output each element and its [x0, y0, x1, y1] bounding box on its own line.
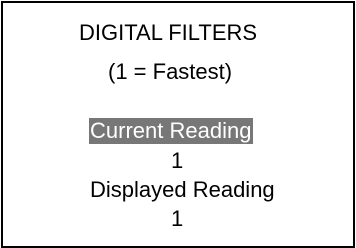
current-reading-value: 1: [171, 148, 184, 173]
displayed-reading-value: 1: [171, 206, 184, 231]
current-reading-menu-item[interactable]: Current Reading: [89, 118, 254, 144]
screen-subtitle: (1 = Fastest): [108, 59, 233, 84]
screen-title: DIGITAL FILTERS: [79, 20, 258, 45]
digital-filters-screen: DIGITAL FILTERS (1 = Fastest) Current Re…: [1, 1, 355, 248]
displayed-reading-menu-item[interactable]: Displayed Reading: [90, 177, 275, 203]
